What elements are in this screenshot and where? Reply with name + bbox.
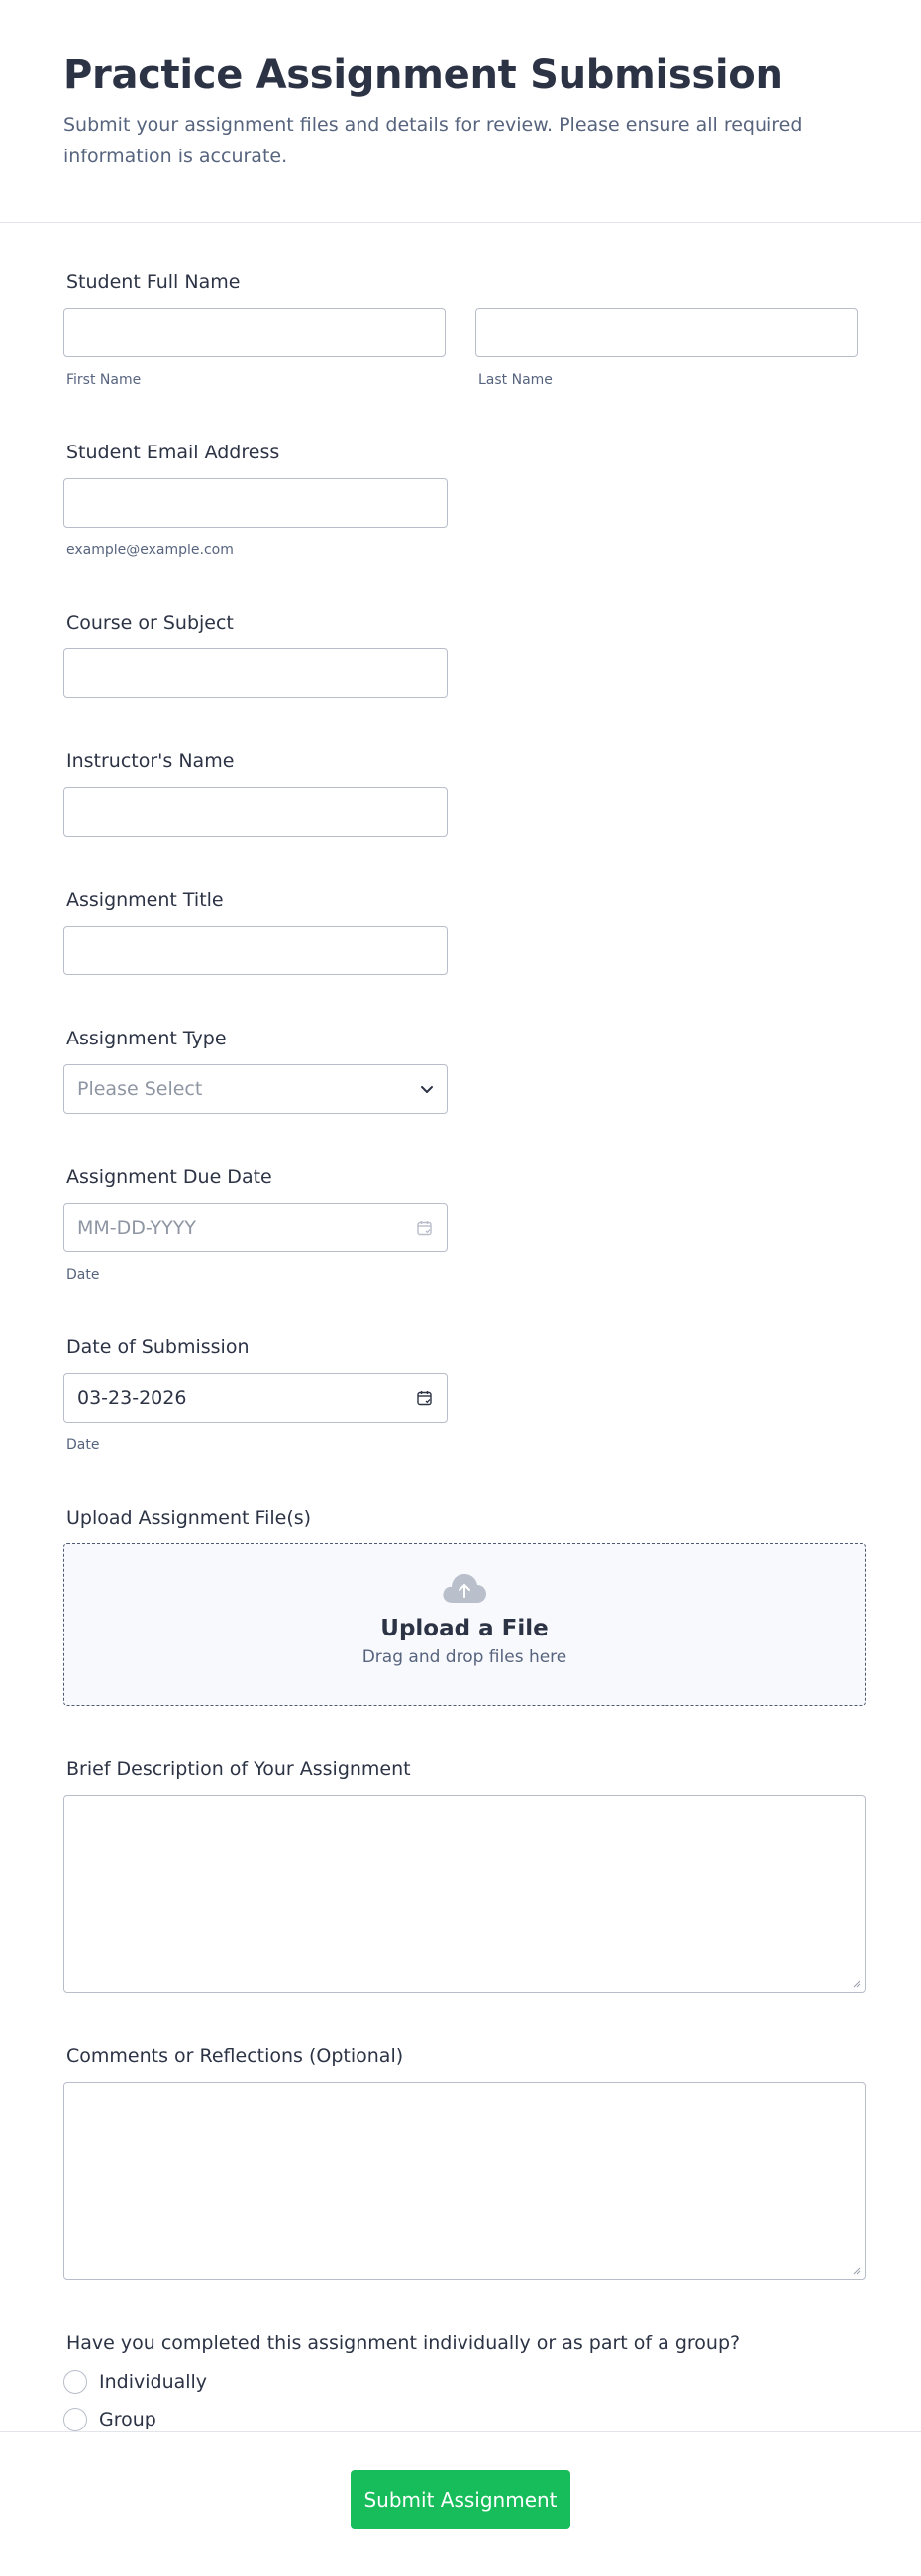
course-field: Course or Subject bbox=[63, 611, 858, 698]
upload-title: Upload a File bbox=[380, 1616, 549, 1641]
upload-subtitle: Drag and drop files here bbox=[361, 1647, 567, 1667]
description-field: Brief Description of Your Assignment bbox=[63, 1757, 866, 1993]
last-name-col: Last Name bbox=[475, 308, 858, 389]
assignment-title-field: Assignment Title bbox=[63, 888, 858, 975]
last-name-input[interactable] bbox=[475, 308, 858, 357]
radio-option-individually[interactable]: Individually bbox=[63, 2369, 858, 2395]
course-label: Course or Subject bbox=[66, 612, 234, 634]
radio-button[interactable] bbox=[63, 2408, 87, 2431]
due-date-label: Assignment Due Date bbox=[66, 1166, 272, 1188]
assignment-type-field: Assignment Type Please Select bbox=[63, 1027, 858, 1114]
chevron-down-icon bbox=[421, 1086, 433, 1093]
first-name-sublabel: First Name bbox=[66, 372, 142, 388]
submission-date-field: Date of Submission 03-23-2026 Date bbox=[63, 1336, 858, 1454]
upload-label: Upload Assignment File(s) bbox=[66, 1507, 312, 1529]
assignment-type-placeholder: Please Select bbox=[77, 1078, 203, 1100]
email-field: Student Email Address example@example.co… bbox=[63, 441, 858, 559]
page-title: Practice Assignment Submission bbox=[63, 52, 783, 98]
comments-textarea[interactable] bbox=[63, 2082, 866, 2280]
submission-date-label: Date of Submission bbox=[66, 1337, 250, 1358]
instructor-input[interactable] bbox=[63, 787, 448, 837]
radio-button[interactable] bbox=[63, 2370, 87, 2394]
upload-field: Upload Assignment File(s) Upload a File … bbox=[63, 1506, 866, 1706]
description-textarea[interactable] bbox=[63, 1795, 866, 1993]
instructor-field: Instructor's Name bbox=[63, 749, 858, 837]
email-input[interactable] bbox=[63, 478, 448, 528]
page-subtitle: Submit your assignment files and details… bbox=[63, 114, 803, 167]
resize-handle-icon[interactable] bbox=[853, 2267, 861, 2275]
email-sublabel: example@example.com bbox=[66, 543, 234, 558]
due-date-field: Assignment Due Date MM-DD-YYYY Date bbox=[63, 1165, 858, 1284]
submission-date-input[interactable]: 03-23-2026 bbox=[63, 1373, 448, 1423]
assignment-title-label: Assignment Title bbox=[66, 889, 224, 911]
first-name-input[interactable] bbox=[63, 308, 446, 357]
form-footer: Submit Assignment bbox=[0, 2431, 921, 2576]
due-date-placeholder: MM-DD-YYYY bbox=[77, 1217, 196, 1238]
assignment-title-input[interactable] bbox=[63, 926, 448, 975]
full-name-row: First Name Last Name bbox=[63, 308, 858, 389]
description-label: Brief Description of Your Assignment bbox=[66, 1758, 411, 1780]
comments-field: Comments or Reflections (Optional) bbox=[63, 2044, 866, 2280]
group-field: Have you completed this assignment indiv… bbox=[63, 2331, 858, 2432]
submit-button[interactable]: Submit Assignment bbox=[351, 2470, 570, 2529]
radio-option-group[interactable]: Group bbox=[63, 2407, 858, 2432]
submission-date-sublabel: Date bbox=[66, 1437, 100, 1453]
group-label: Have you completed this assignment indiv… bbox=[66, 2332, 741, 2354]
due-date-input[interactable]: MM-DD-YYYY bbox=[63, 1203, 448, 1252]
resize-handle-icon[interactable] bbox=[853, 1980, 861, 1988]
course-input[interactable] bbox=[63, 648, 448, 698]
instructor-label: Instructor's Name bbox=[66, 750, 235, 772]
submission-date-value: 03-23-2026 bbox=[77, 1387, 187, 1409]
due-date-sublabel: Date bbox=[66, 1267, 100, 1283]
email-label: Student Email Address bbox=[66, 442, 280, 463]
calendar-icon[interactable] bbox=[416, 1219, 434, 1237]
full-name-field: Student Full Name First Name Last Name bbox=[63, 270, 858, 389]
assignment-type-select[interactable]: Please Select bbox=[63, 1064, 448, 1114]
cloud-upload-icon bbox=[443, 1574, 486, 1603]
comments-label: Comments or Reflections (Optional) bbox=[66, 2045, 404, 2067]
full-name-label: Student Full Name bbox=[66, 271, 241, 293]
first-name-col: First Name bbox=[63, 308, 446, 389]
radio-label: Group bbox=[99, 2409, 156, 2430]
radio-label: Individually bbox=[99, 2371, 208, 2393]
calendar-icon[interactable] bbox=[416, 1389, 434, 1407]
file-dropzone[interactable]: Upload a File Drag and drop files here bbox=[63, 1543, 866, 1706]
form-header: Practice Assignment Submission Submit yo… bbox=[0, 0, 921, 223]
last-name-sublabel: Last Name bbox=[478, 372, 553, 388]
form-body: Student Full Name First Name Last Name S… bbox=[0, 223, 921, 2432]
assignment-type-label: Assignment Type bbox=[66, 1028, 227, 1049]
